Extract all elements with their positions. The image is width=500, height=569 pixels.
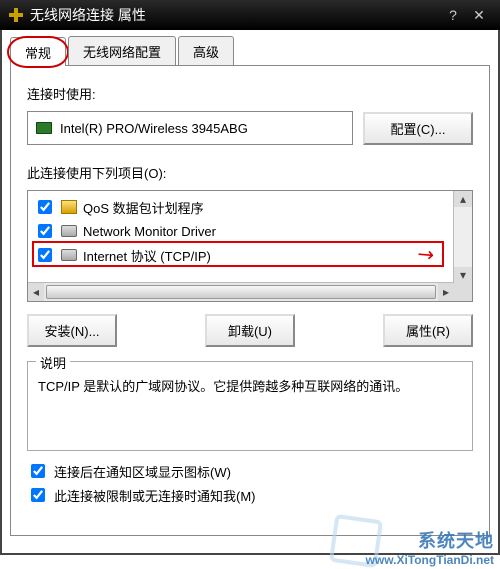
properties-button-label: 属性(R) xyxy=(406,324,450,339)
scroll-left-icon[interactable]: ◂ xyxy=(28,283,44,301)
item-checkbox[interactable] xyxy=(38,200,52,214)
item-label: Network Monitor Driver xyxy=(83,224,216,239)
dialog-content: 常规 无线网络配置 高级 连接时使用: Intel(R) PRO/Wireles… xyxy=(0,30,500,555)
adapter-name: Intel(R) PRO/Wireless 3945ABG xyxy=(60,121,248,136)
uninstall-button-label: 卸载(U) xyxy=(228,324,272,339)
item-label: Internet 协议 (TCP/IP) xyxy=(83,246,211,265)
vertical-scrollbar[interactable]: ▴ ▾ xyxy=(453,191,472,283)
tab-general-label: 常规 xyxy=(25,46,51,61)
tab-advanced-label: 高级 xyxy=(193,45,219,60)
list-item[interactable]: QoS 数据包计划程序 xyxy=(32,195,468,219)
configure-button-label: 配置(C)... xyxy=(391,122,446,137)
watermark: 系统天地 www.XiTongTianDi.net xyxy=(366,531,494,567)
tab-wireless-label: 无线网络配置 xyxy=(83,45,161,60)
tab-wireless[interactable]: 无线网络配置 xyxy=(68,36,176,65)
tab-advanced[interactable]: 高级 xyxy=(178,36,234,65)
configure-button[interactable]: 配置(C)... xyxy=(363,112,473,145)
watermark-cn: 系统天地 xyxy=(366,531,494,553)
help-button[interactable]: ? xyxy=(440,7,466,23)
tab-panel-general: 连接时使用: Intel(R) PRO/Wireless 3945ABG 配置(… xyxy=(10,66,490,536)
tab-strip: 常规 无线网络配置 高级 xyxy=(10,36,490,66)
scroll-right-icon[interactable]: ▸ xyxy=(438,283,454,301)
items-listbox[interactable]: QoS 数据包计划程序 Network Monitor Driver Inter… xyxy=(27,190,473,302)
item-checkbox[interactable] xyxy=(38,224,52,238)
show-icon-label: 连接后在通知区域显示图标(W) xyxy=(54,462,231,481)
limited-notify-checkbox[interactable] xyxy=(31,488,45,502)
description-group: 说明 TCP/IP 是默认的广域网协议。它提供跨越多种互联网络的通讯。 xyxy=(27,361,473,451)
close-button[interactable]: ✕ xyxy=(466,7,492,24)
show-icon-checkbox[interactable] xyxy=(31,464,45,478)
uninstall-button[interactable]: 卸载(U) xyxy=(205,314,295,347)
window-icon xyxy=(8,7,24,23)
qos-icon xyxy=(61,200,77,214)
items-label: 此连接使用下列项目(O): xyxy=(27,163,473,182)
adapter-label: 连接时使用: xyxy=(27,84,473,103)
watermark-url: www.XiTongTianDi.net xyxy=(366,553,494,567)
description-legend: 说明 xyxy=(36,353,70,372)
scroll-down-icon[interactable]: ▾ xyxy=(454,267,472,283)
properties-button[interactable]: 属性(R) xyxy=(383,314,473,347)
tab-general[interactable]: 常规 xyxy=(10,37,66,66)
limited-notify-label: 此连接被限制或无连接时通知我(M) xyxy=(54,486,256,505)
scroll-up-icon[interactable]: ▴ xyxy=(454,191,472,207)
install-button[interactable]: 安装(N)... xyxy=(27,314,117,347)
horizontal-scrollbar[interactable]: ◂ ▸ xyxy=(28,282,454,301)
list-item[interactable]: Internet 协议 (TCP/IP) xyxy=(32,243,468,267)
scroll-corner xyxy=(454,283,472,301)
protocol-icon xyxy=(61,249,77,261)
nic-icon xyxy=(36,122,52,134)
description-text: TCP/IP 是默认的广域网协议。它提供跨越多种互联网络的通讯。 xyxy=(38,376,462,398)
item-label: QoS 数据包计划程序 xyxy=(83,198,204,217)
driver-icon xyxy=(61,225,77,237)
item-checkbox[interactable] xyxy=(38,248,52,262)
scroll-thumb[interactable] xyxy=(46,285,436,299)
install-button-label: 安装(N)... xyxy=(45,324,100,339)
titlebar: 无线网络连接 属性 ? ✕ xyxy=(0,0,500,30)
adapter-box: Intel(R) PRO/Wireless 3945ABG xyxy=(27,111,353,145)
list-item[interactable]: Network Monitor Driver xyxy=(32,219,468,243)
window-title: 无线网络连接 属性 xyxy=(30,5,146,25)
